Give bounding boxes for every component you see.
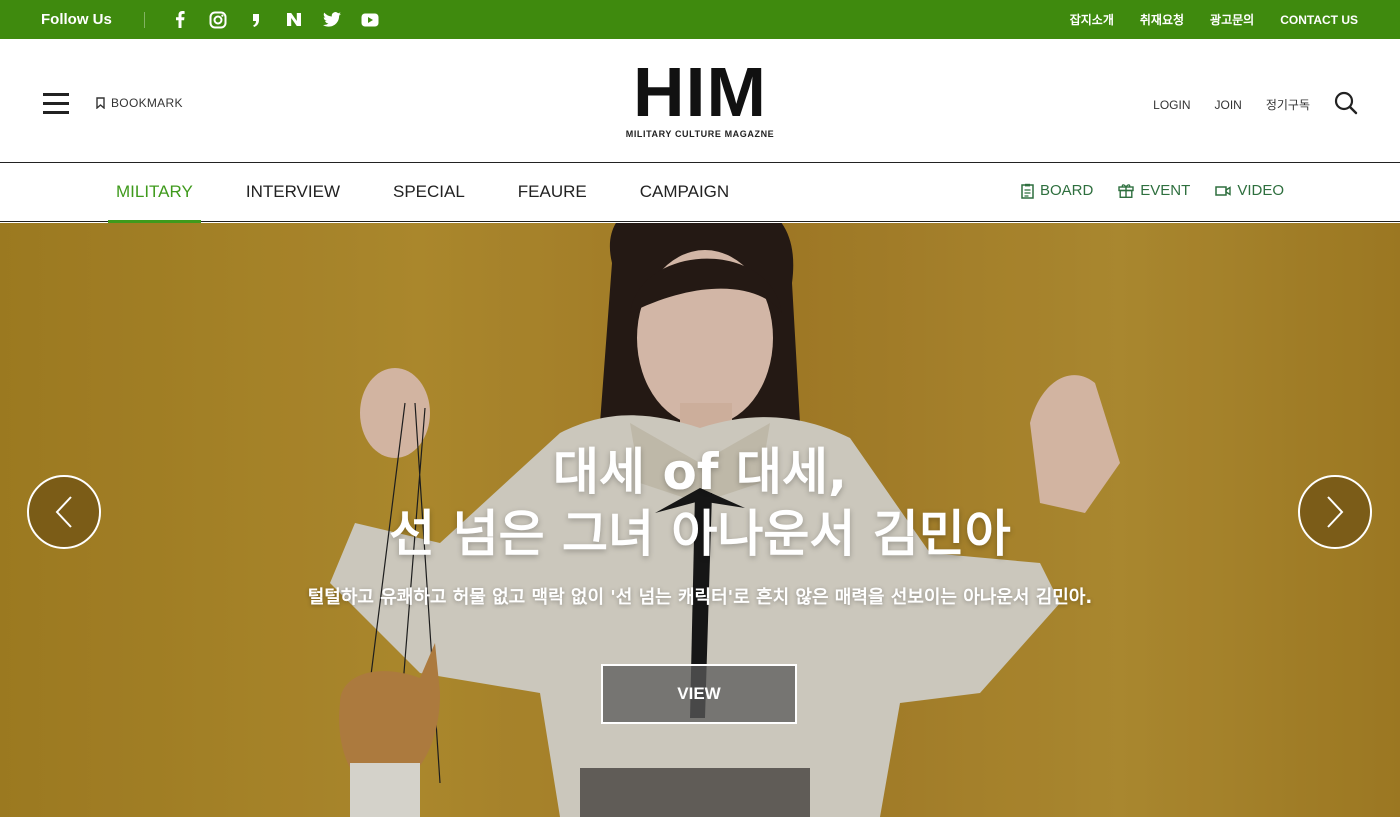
quick-links: BOARD EVENT VIDEO xyxy=(1021,182,1284,199)
logo-text: HIM xyxy=(633,53,767,131)
tab-military[interactable]: MILITARY xyxy=(108,163,201,223)
bookmark-button[interactable]: BOOKMARK xyxy=(96,96,183,110)
social-links xyxy=(169,10,381,30)
board-label: BOARD xyxy=(1039,182,1094,199)
account-links: LOGIN JOIN 정기구독 xyxy=(1153,91,1358,118)
gift-icon xyxy=(1118,184,1134,198)
event-link[interactable]: EVENT xyxy=(1118,182,1190,199)
hero-description: 털털하고 유쾌하고 허물 없고 맥락 없이 '선 넘는 캐릭터'로 흔치 않은 … xyxy=(307,587,1093,608)
board-link[interactable]: BOARD xyxy=(1021,182,1093,199)
comma-icon[interactable] xyxy=(245,10,267,30)
event-label: EVENT xyxy=(1140,182,1191,199)
tab-special[interactable]: SPECIAL xyxy=(385,163,473,222)
contact-us-link[interactable]: CONTACT US xyxy=(1280,13,1358,27)
video-camera-icon xyxy=(1215,185,1232,196)
site-header: BOOKMARK HIM MILITARY CULTURE MAGAZNE LO… xyxy=(0,39,1400,163)
divider xyxy=(143,11,145,28)
view-button[interactable]: VIEW xyxy=(601,664,797,724)
category-tabs: MILITARY INTERVIEW SPECIAL FEAURE CAMPAI… xyxy=(108,163,774,223)
join-link[interactable]: JOIN xyxy=(1214,98,1241,112)
utility-links: 잡지소개 취재요청 광고문의 CONTACT US xyxy=(1070,11,1358,28)
bookmark-label: BOOKMARK xyxy=(111,96,183,110)
naver-icon[interactable] xyxy=(283,10,305,30)
video-link[interactable]: VIDEO xyxy=(1215,182,1284,199)
tab-campaign[interactable]: CAMPAIGN xyxy=(632,163,737,222)
main-nav: MILITARY INTERVIEW SPECIAL FEAURE CAMPAI… xyxy=(0,163,1400,223)
top-bar: Follow Us 잡지소개 취재요청 광고문의 CONTACT US xyxy=(0,0,1400,39)
hero-banner: 대세 of 대세, 선 넘은 그녀 아나운서 김민아 털털하고 유쾌하고 허물 … xyxy=(0,223,1400,817)
login-link[interactable]: LOGIN xyxy=(1153,98,1190,112)
youtube-icon[interactable] xyxy=(359,10,381,30)
hero-text: 대세 of 대세, 선 넘은 그녀 아나운서 김민아 털털하고 유쾌하고 허물 … xyxy=(0,441,1400,609)
follow-us-label: Follow Us xyxy=(41,11,112,28)
instagram-icon[interactable] xyxy=(207,10,229,30)
tab-interview[interactable]: INTERVIEW xyxy=(238,163,348,222)
site-logo[interactable]: HIM MILITARY CULTURE MAGAZNE xyxy=(620,53,780,139)
twitter-icon[interactable] xyxy=(321,10,343,30)
video-label: VIDEO xyxy=(1237,182,1284,199)
coverage-request-link[interactable]: 취재요청 xyxy=(1140,11,1184,28)
magazine-intro-link[interactable]: 잡지소개 xyxy=(1070,11,1114,28)
search-icon[interactable] xyxy=(1334,91,1358,118)
hero-title-line2: 선 넘은 그녀 아나운서 김민아 xyxy=(389,505,1011,563)
hero-title-line1: 대세 of 대세, xyxy=(553,443,847,501)
facebook-icon[interactable] xyxy=(169,10,191,30)
tab-feature[interactable]: FEAURE xyxy=(510,163,595,222)
bookmark-icon xyxy=(96,97,105,109)
clipboard-icon xyxy=(1021,183,1034,199)
subscribe-link[interactable]: 정기구독 xyxy=(1266,96,1310,113)
menu-icon[interactable] xyxy=(43,93,69,115)
ad-inquiry-link[interactable]: 광고문의 xyxy=(1210,11,1254,28)
social-bar: Follow Us xyxy=(41,10,381,30)
